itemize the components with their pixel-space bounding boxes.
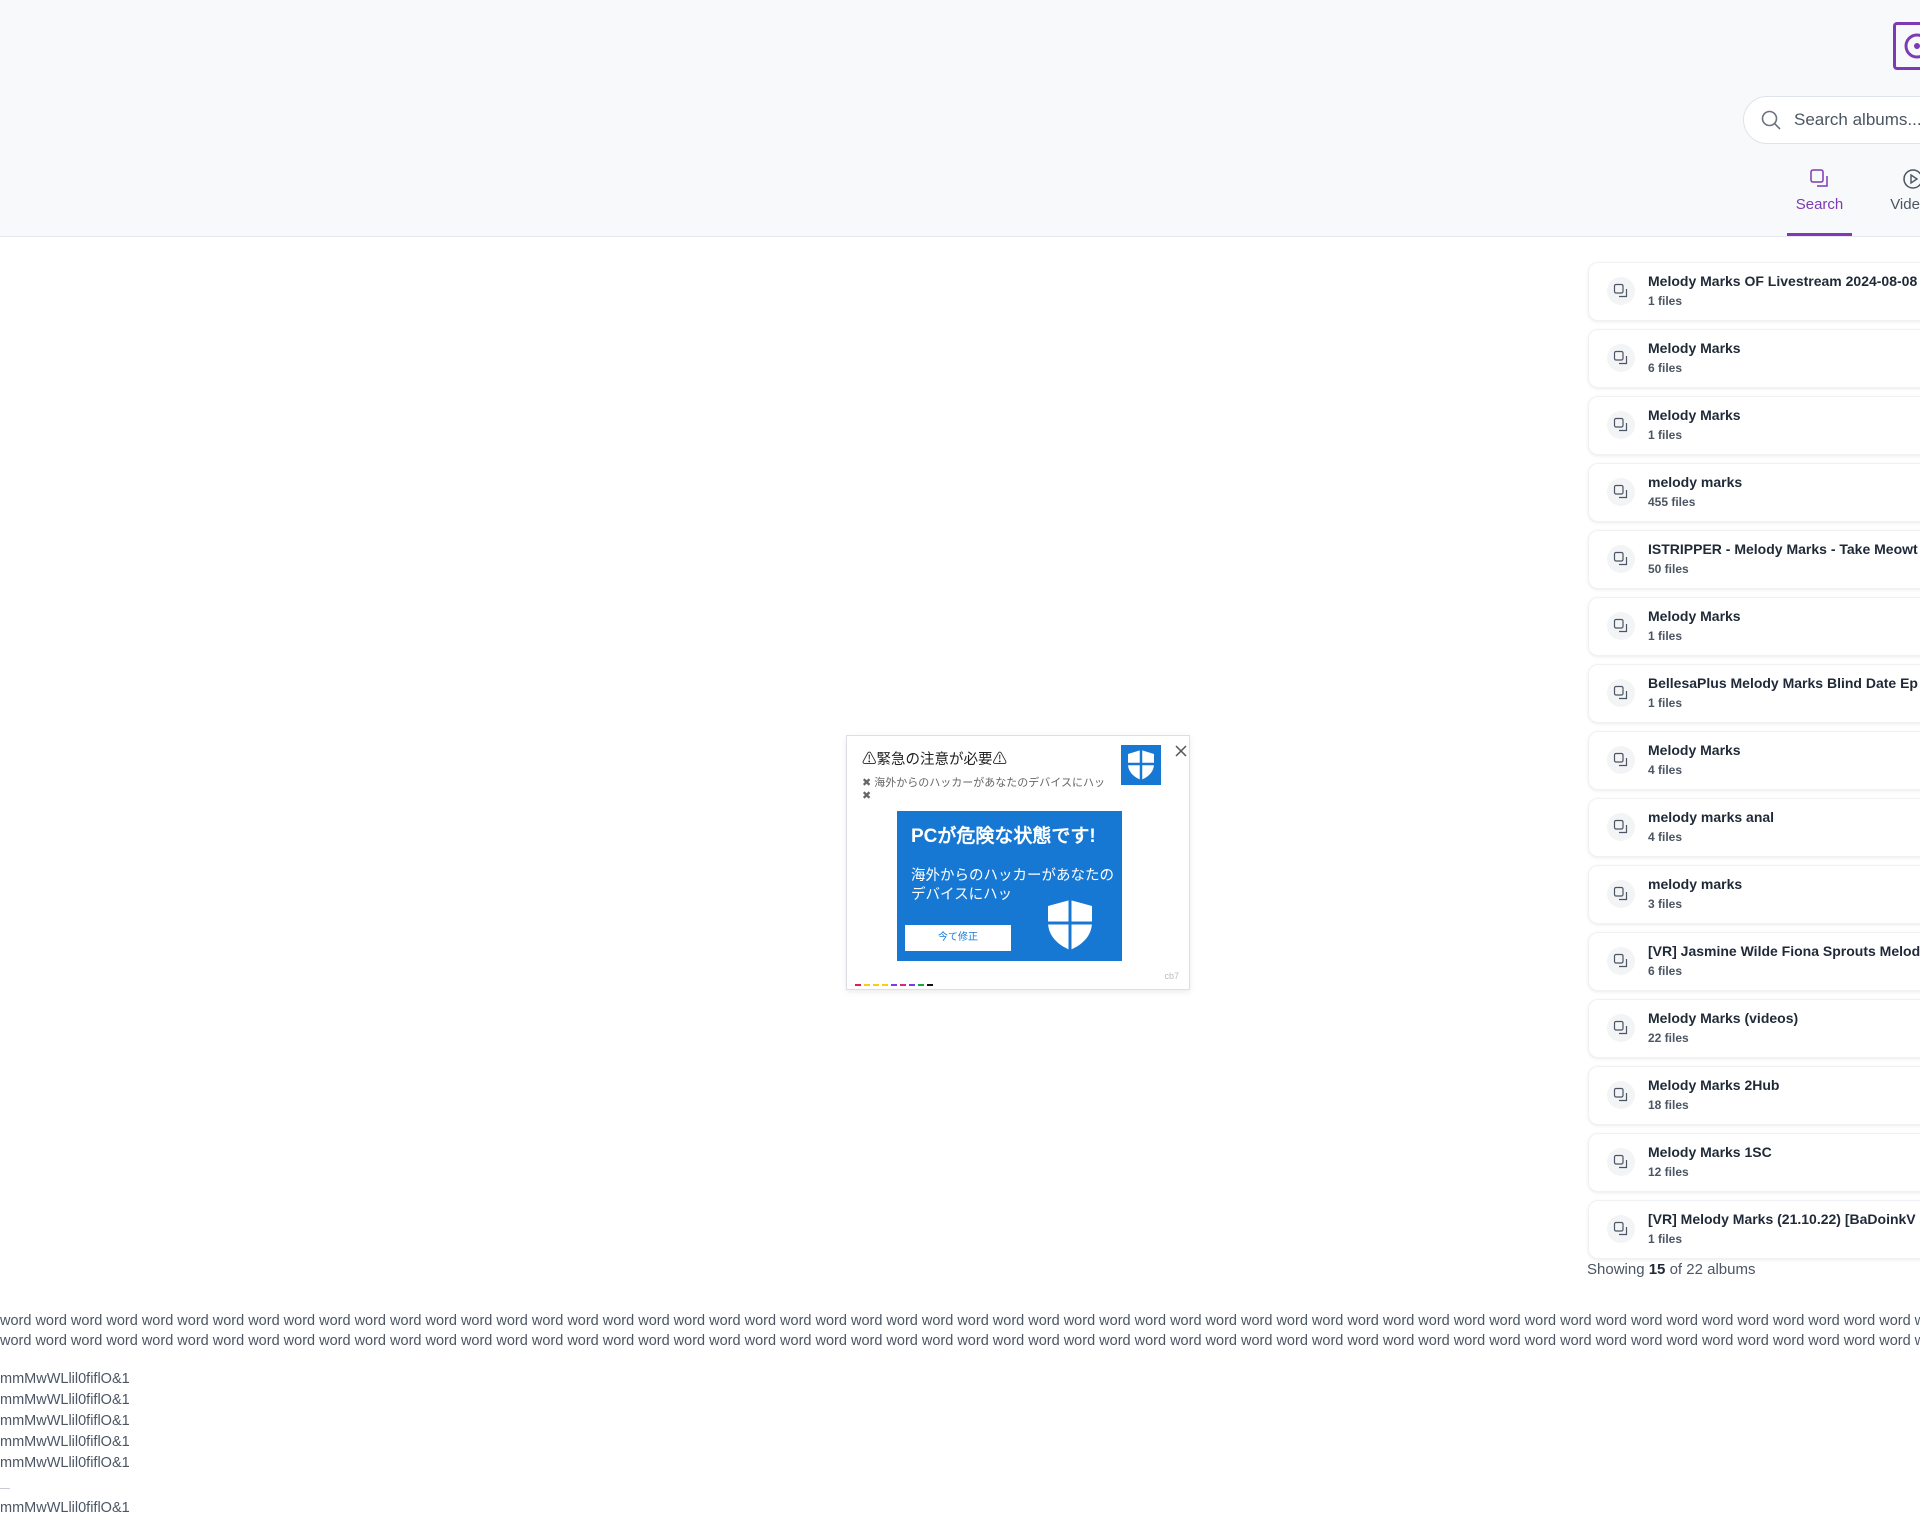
album-item[interactable]: Melody Marks OF Livestream 2024-08-08 1 f… [1588,262,1920,321]
album-item[interactable]: [VR] Melody Marks (21.10.22) [BaDoinkV 1 … [1588,1200,1920,1259]
search-icon [1761,110,1781,130]
album-title: Melody Marks 2Hub [1648,1077,1780,1093]
album-icon [1607,679,1635,707]
search-bar[interactable] [1743,96,1920,144]
album-icon [1607,1014,1635,1042]
album-file-count: 6 files [1648,964,1683,978]
close-icon[interactable] [1173,743,1189,759]
album-title: Melody Marks 1SC [1648,1144,1772,1160]
album-item[interactable]: Melody Marks 2Hub 18 files [1588,1066,1920,1125]
album-item[interactable]: Melody Marks 1 files [1588,597,1920,656]
filler-m-line: mmMwWLlil0fiflO&1 [0,1500,130,1516]
results-count: Showing 15 of 22 albums [1587,1261,1756,1278]
ad-title: ⚠緊急の注意が必要⚠ [862,752,1007,768]
tab-search[interactable]: Search [1787,160,1852,236]
filler-m-line: mmMwWLlil0fiflO&1 [0,1455,130,1471]
album-title: Melody Marks (videos) [1648,1010,1799,1026]
ad-fix-button[interactable]: 今て修正 [905,925,1011,951]
album-icon [1607,411,1635,439]
album-icon [1607,1215,1635,1243]
album-item[interactable]: Melody Marks 4 files [1588,731,1920,790]
album-file-count: 455 files [1648,495,1696,509]
album-file-count: 1 files [1648,428,1683,442]
site-logo[interactable] [1893,22,1920,70]
album-item[interactable]: melody marks anal 4 files [1588,798,1920,857]
album-file-count: 4 files [1648,830,1683,844]
album-title: BellesaPlus Melody Marks Blind Date Ep [1648,675,1918,691]
ad-message: ✖ 海外からのハッカーがあなたのデバイスにハッ ✖ [862,777,1105,802]
album-file-count: 3 files [1648,897,1683,911]
album-list: Melody Marks OF Livestream 2024-08-08 1 f… [1588,262,1920,1267]
album-icon [1607,344,1635,372]
filler-word-line: word word word word word word word word … [0,1313,1920,1329]
album-item[interactable]: Melody Marks (videos) 22 files [1588,999,1920,1058]
album-file-count: 1 files [1648,294,1683,308]
album-file-count: 1 files [1648,1232,1683,1246]
shield-icon [1121,745,1161,785]
filler-m-line: mmMwWLlil0fiflO&1 [0,1392,130,1408]
albums-icon [1809,169,1828,187]
filler-text: word word word word word word word word … [0,1311,1920,1351]
album-icon [1607,947,1635,975]
filler-m-line: mmMwWLlil0fiflO&1 [0,1413,130,1429]
tab-videos-label: Videos [1890,196,1920,213]
album-title: melody marks [1648,876,1743,892]
album-item[interactable]: [VR] Jasmine Wilde Fiona Sprouts Melod 6 … [1588,932,1920,991]
album-icon [1607,813,1635,841]
album-file-count: 1 files [1648,629,1683,643]
ad-color-strip [855,984,933,986]
album-file-count: 50 files [1648,562,1689,576]
shield-icon [1044,897,1096,958]
ad-banner-headline: PCが危険な状態です! [911,826,1096,847]
album-item[interactable]: melody marks 3 files [1588,865,1920,924]
album-title: Melody Marks [1648,340,1741,356]
tab-search-label: Search [1795,196,1844,213]
album-icon [1607,746,1635,774]
ad-tag: cb7 [1164,971,1179,981]
play-circle-icon [1903,169,1920,189]
ad-banner[interactable]: PCが危険な状態です! 海外からのハッカーがあなたのデバイスにハッ 今て修正 [897,811,1122,961]
album-item[interactable]: melody marks 455 files [1588,463,1920,522]
album-item[interactable]: Melody Marks 1 files [1588,396,1920,455]
album-file-count: 6 files [1648,361,1683,375]
search-input[interactable] [1792,109,1920,131]
album-item[interactable]: ISTRIPPER - Melody Marks - Take Meowt 50 … [1588,530,1920,589]
album-file-count: 1 files [1648,696,1683,710]
album-icon [1607,612,1635,640]
album-icon [1607,478,1635,506]
filler-word-line: word word word word word word word word … [0,1333,1920,1349]
album-icon [1607,1081,1635,1109]
album-title: ISTRIPPER - Melody Marks - Take Meowt [1648,541,1918,557]
album-title: Melody Marks [1648,608,1741,624]
album-file-count: 18 files [1648,1098,1689,1112]
album-title: Melody Marks OF Livestream 2024-08-08 [1648,273,1918,289]
album-file-count: 4 files [1648,763,1683,777]
tab-videos[interactable]: Videos [1878,160,1920,236]
filler-m-line: mmMwWLlil0fiflO&1 [0,1371,130,1387]
album-icon [1607,545,1635,573]
album-icon [1607,880,1635,908]
album-title: [VR] Jasmine Wilde Fiona Sprouts Melod [1648,943,1920,959]
album-icon [1607,1148,1635,1176]
reel-logo-icon [1904,33,1920,59]
album-item[interactable]: Melody Marks 1SC 12 files [1588,1133,1920,1192]
album-title: Melody Marks [1648,742,1741,758]
album-icon [1607,277,1635,305]
album-item[interactable]: Melody Marks 6 files [1588,329,1920,388]
divider [0,1488,10,1489]
site-header: Search Videos [0,0,1920,237]
album-title: melody marks anal [1648,809,1775,825]
album-file-count: 12 files [1648,1165,1689,1179]
album-title: melody marks [1648,474,1743,490]
album-item[interactable]: BellesaPlus Melody Marks Blind Date Ep 1 … [1588,664,1920,723]
album-title: [VR] Melody Marks (21.10.22) [BaDoinkV [1648,1211,1916,1227]
album-title: Melody Marks [1648,407,1741,423]
filler-m-line: mmMwWLlil0fiflO&1 [0,1434,130,1450]
album-file-count: 22 files [1648,1031,1689,1045]
ad-popup[interactable]: ⚠緊急の注意が必要⚠ ✖ 海外からのハッカーがあなたのデバイスにハッ ✖ PCが… [846,735,1190,990]
